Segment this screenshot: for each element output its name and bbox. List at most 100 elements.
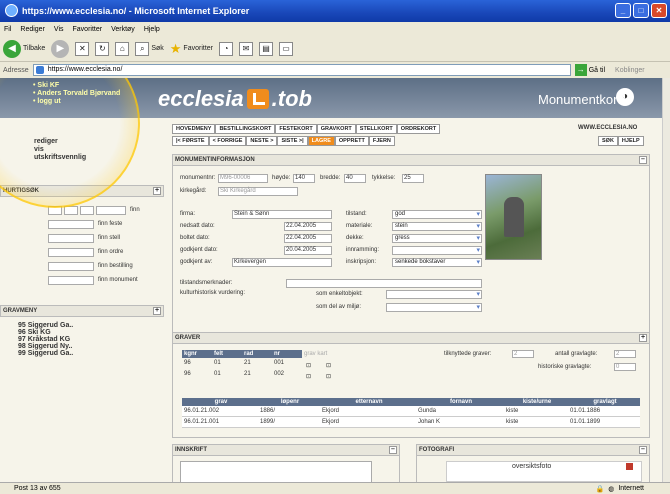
nav-hovedmeny[interactable]: HOVEDMENY bbox=[172, 124, 216, 134]
finn-link[interactable]: finn bbox=[130, 207, 140, 213]
historiske-field[interactable]: 0 bbox=[614, 363, 636, 371]
menu-rediger[interactable]: Rediger bbox=[20, 26, 45, 33]
feste-input[interactable] bbox=[48, 220, 94, 229]
table-row[interactable]: 96.01.21.001 1899/ Ekjord Johan K kiste … bbox=[182, 417, 640, 428]
expand-icon[interactable]: + bbox=[153, 307, 161, 315]
nr-input[interactable] bbox=[96, 206, 126, 215]
collapse-icon[interactable]: – bbox=[639, 446, 647, 454]
back-button[interactable]: ◀ Tilbake bbox=[3, 39, 45, 58]
tykkelse-field[interactable]: 25 bbox=[402, 174, 424, 183]
table-row[interactable]: 96 01 21 001 bbox=[182, 358, 302, 369]
delete-button[interactable]: FJERN bbox=[368, 136, 395, 146]
monument-photo[interactable] bbox=[485, 174, 542, 260]
table-row[interactable]: 96 01 21 002 bbox=[182, 369, 302, 380]
rediger-link[interactable]: rediger bbox=[34, 138, 86, 146]
next-button[interactable]: NESTE > bbox=[246, 136, 278, 146]
create-button[interactable]: OPPRETT bbox=[334, 136, 369, 146]
miljo-select[interactable] bbox=[386, 303, 482, 312]
nav-bestillingskort[interactable]: BESTILLINGSKORT bbox=[215, 124, 276, 134]
enkeltobjekt-select[interactable] bbox=[386, 290, 482, 299]
rad-input[interactable] bbox=[80, 206, 94, 215]
tilstand-select[interactable]: god bbox=[392, 210, 482, 219]
print-icon[interactable]: ▤ bbox=[258, 41, 273, 56]
nav-festekort[interactable]: FESTEKORT bbox=[275, 124, 317, 134]
nedsatt-field[interactable]: 22.04.2005 bbox=[284, 222, 332, 231]
hjelp-button[interactable]: HJELP bbox=[617, 136, 644, 146]
firma-field[interactable]: Stein & Sønn bbox=[232, 210, 332, 219]
grav-button-icon[interactable]: ⊡ bbox=[306, 362, 311, 369]
godkjent-av-field[interactable]: Kirkevergen bbox=[232, 258, 332, 267]
forward-button[interactable]: ▶ bbox=[51, 39, 70, 58]
kgnr-input[interactable] bbox=[48, 206, 62, 215]
monument-input[interactable] bbox=[48, 276, 94, 285]
nav-ordrekort[interactable]: ORDREKORT bbox=[396, 124, 441, 134]
tilstandsmerknader-field[interactable] bbox=[286, 279, 482, 288]
menu-verktoy[interactable]: Verktøy bbox=[111, 26, 135, 33]
finn-bestilling-link[interactable]: finn bestilling bbox=[98, 263, 133, 269]
vis-link[interactable]: vis bbox=[34, 146, 86, 154]
menu-fil[interactable]: Fil bbox=[4, 26, 11, 33]
logout-link[interactable]: • logg ut bbox=[33, 98, 120, 106]
nav-stellkort[interactable]: STELLKORT bbox=[355, 124, 397, 134]
sok-button[interactable]: SØK bbox=[598, 136, 618, 146]
close-button[interactable]: ✕ bbox=[651, 3, 667, 18]
history-icon[interactable]: ◔ bbox=[218, 41, 233, 56]
last-button[interactable]: SISTE >| bbox=[277, 136, 308, 146]
hoyde-field[interactable]: 140 bbox=[293, 174, 315, 183]
minimize-button[interactable]: _ bbox=[615, 3, 631, 18]
gravmeny-item[interactable]: 96 Ski KG bbox=[18, 329, 51, 336]
menu-favoritter[interactable]: Favoritter bbox=[73, 26, 103, 33]
prev-button[interactable]: < FORRIGE bbox=[208, 136, 247, 146]
maximize-button[interactable]: □ bbox=[633, 3, 649, 18]
favorites-button[interactable]: ★ Favoritter bbox=[170, 41, 213, 57]
ordre-input[interactable] bbox=[48, 248, 94, 257]
finn-feste-link[interactable]: finn feste bbox=[98, 221, 122, 227]
refresh-icon[interactable]: ↻ bbox=[95, 41, 110, 56]
materiale-select[interactable]: stein bbox=[392, 222, 482, 231]
gravmeny-item[interactable]: 98 Siggerud Ny.. bbox=[18, 343, 72, 350]
innskrift-textarea[interactable] bbox=[180, 461, 372, 482]
antall-field[interactable]: 2 bbox=[614, 350, 636, 358]
first-button[interactable]: |< FØRSTE bbox=[172, 136, 209, 146]
innramming-select[interactable] bbox=[392, 246, 482, 255]
expand-icon[interactable]: + bbox=[639, 334, 647, 342]
folder-icon[interactable]: ▭ bbox=[278, 41, 293, 56]
bredde-field[interactable]: 40 bbox=[344, 174, 366, 183]
monumentnr-field[interactable]: M96-00006 bbox=[218, 174, 268, 183]
save-button[interactable]: LAGRE bbox=[307, 136, 335, 146]
delete-photo-icon[interactable] bbox=[626, 463, 633, 470]
vertical-scrollbar[interactable] bbox=[662, 78, 670, 482]
photo-caption[interactable]: oversiktsfoto bbox=[512, 463, 551, 470]
dekke-select[interactable]: gress bbox=[392, 234, 482, 243]
bestilling-input[interactable] bbox=[48, 262, 94, 271]
gravmeny-item[interactable]: 99 Siggerud Ga.. bbox=[18, 350, 73, 357]
search-button[interactable]: ⌕ Søk bbox=[135, 41, 164, 56]
stop-icon[interactable]: ✕ bbox=[75, 41, 90, 56]
boltet-field[interactable]: 22.04.2005 bbox=[284, 234, 332, 243]
finn-stell-link[interactable]: finn stell bbox=[98, 235, 120, 241]
finn-ordre-link[interactable]: finn ordre bbox=[98, 249, 123, 255]
godkjent-dato-field[interactable]: 20.04.2005 bbox=[284, 246, 332, 255]
table-row[interactable]: 96.01.21.002 1886/ Ekjord Gunda kiste 01… bbox=[182, 406, 640, 417]
mail-icon[interactable]: ✉ bbox=[238, 41, 253, 56]
tilknyttede-field[interactable]: 2 bbox=[512, 350, 534, 358]
gravmeny-item[interactable]: 97 Kråkstad KG bbox=[18, 336, 70, 343]
nav-gravkort[interactable]: GRAVKORT bbox=[316, 124, 356, 134]
collapse-icon[interactable]: – bbox=[639, 156, 647, 164]
kart-button-icon[interactable]: ⊡ bbox=[326, 362, 331, 369]
collapse-icon[interactable]: – bbox=[389, 446, 397, 454]
expand-icon[interactable]: + bbox=[153, 187, 161, 195]
grav-button-icon[interactable]: ⊡ bbox=[306, 373, 311, 380]
go-button[interactable]: → Gå til bbox=[574, 64, 605, 76]
felt-input[interactable] bbox=[64, 206, 78, 215]
utskriftsvennlig-link[interactable]: utskriftsvennlig bbox=[34, 154, 86, 162]
finn-monument-link[interactable]: finn monument bbox=[98, 277, 138, 283]
home-icon[interactable]: ⌂ bbox=[115, 41, 130, 56]
menu-hjelp[interactable]: Hjelp bbox=[144, 26, 160, 33]
inskripsjon-select[interactable]: senkede bokstaver bbox=[392, 258, 482, 267]
address-input[interactable]: https://www.ecclesia.no/ bbox=[32, 64, 571, 76]
stell-input[interactable] bbox=[48, 234, 94, 243]
kart-button-icon[interactable]: ⊡ bbox=[326, 373, 331, 380]
gravmeny-item[interactable]: 95 Siggerud Ga.. bbox=[18, 322, 73, 329]
links-label[interactable]: Koblinger bbox=[615, 67, 645, 74]
